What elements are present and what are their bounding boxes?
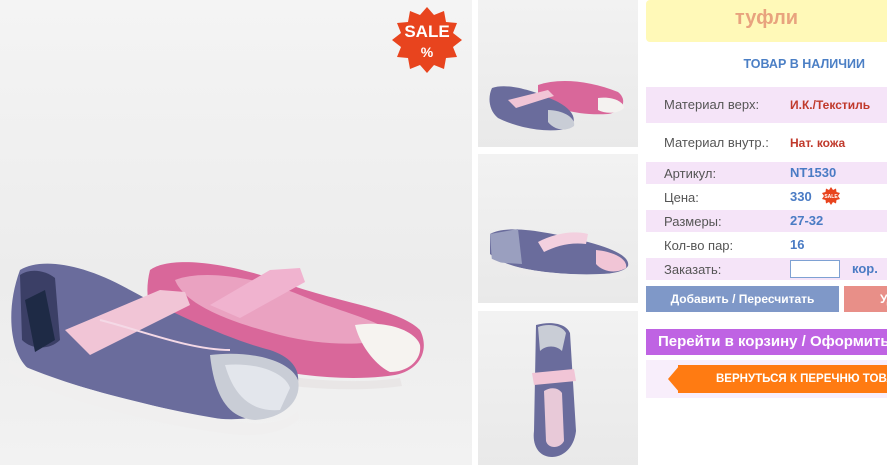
order-unit: кор. — [852, 261, 878, 276]
spec-value: NT1530 — [790, 165, 837, 180]
order-quantity-input[interactable] — [790, 260, 840, 278]
spec-value: Нат. кожа — [790, 136, 846, 150]
sale-percent-symbol: % — [421, 44, 434, 60]
spec-label: Кол-во пар: — [664, 238, 734, 253]
spec-row-order: Заказать: кор. — [646, 258, 887, 280]
thumbnail-3[interactable] — [478, 311, 638, 465]
spec-label: Артикул: — [664, 166, 717, 181]
add-recalculate-button[interactable]: Добавить / Пересчитать — [646, 286, 839, 312]
spec-row-price: Цена: 330 SALE — [646, 186, 887, 208]
thumbnail-1[interactable] — [478, 0, 638, 147]
spec-row-upper-material: Материал верх: И.К./Текстиль — [646, 87, 887, 123]
back-to-list-button[interactable]: ВЕРНУТЬСЯ К ПЕРЕЧНЮ ТОВАРОВ — [678, 365, 887, 393]
sale-badge-text: SALE — [404, 22, 449, 41]
spec-row-article: Артикул: NT1530 — [646, 162, 887, 184]
small-sale-icon: SALE — [822, 187, 840, 205]
thumbnail-2[interactable] — [478, 154, 638, 303]
product-title-box: туфли — [646, 0, 887, 42]
spec-value: 16 — [790, 237, 805, 252]
stock-status: ТОВАР В НАЛИЧИИ — [743, 57, 865, 71]
spec-row-lining-material: Материал внутр.: Нат. кожа — [646, 123, 887, 161]
spec-label: Материал верх: — [664, 97, 760, 112]
spec-label: Цена: — [664, 190, 699, 205]
spec-label: Материал внутр.: — [664, 135, 769, 150]
spec-value: 330 — [790, 189, 812, 204]
spec-label: Заказать: — [664, 262, 722, 277]
spec-value: 27-32 — [790, 213, 824, 228]
spec-label: Размеры: — [664, 214, 722, 229]
spec-row-pairs-count: Кол-во пар: 16 — [646, 234, 887, 256]
small-sale-text: SALE — [824, 194, 838, 200]
product-title: туфли — [734, 7, 799, 29]
remove-button[interactable]: Удалить — [844, 286, 887, 312]
thumbnail-2-image — [490, 229, 629, 281]
spec-row-sizes: Размеры: 27-32 — [646, 210, 887, 232]
go-to-cart-button[interactable]: Перейти в корзину / Оформить заказ — [646, 329, 887, 355]
spec-value: И.К./Текстиль — [790, 98, 871, 112]
sale-badge: SALE % — [390, 5, 464, 75]
thumbnail-1-image — [489, 80, 624, 131]
thumbnail-3-image — [532, 323, 576, 457]
